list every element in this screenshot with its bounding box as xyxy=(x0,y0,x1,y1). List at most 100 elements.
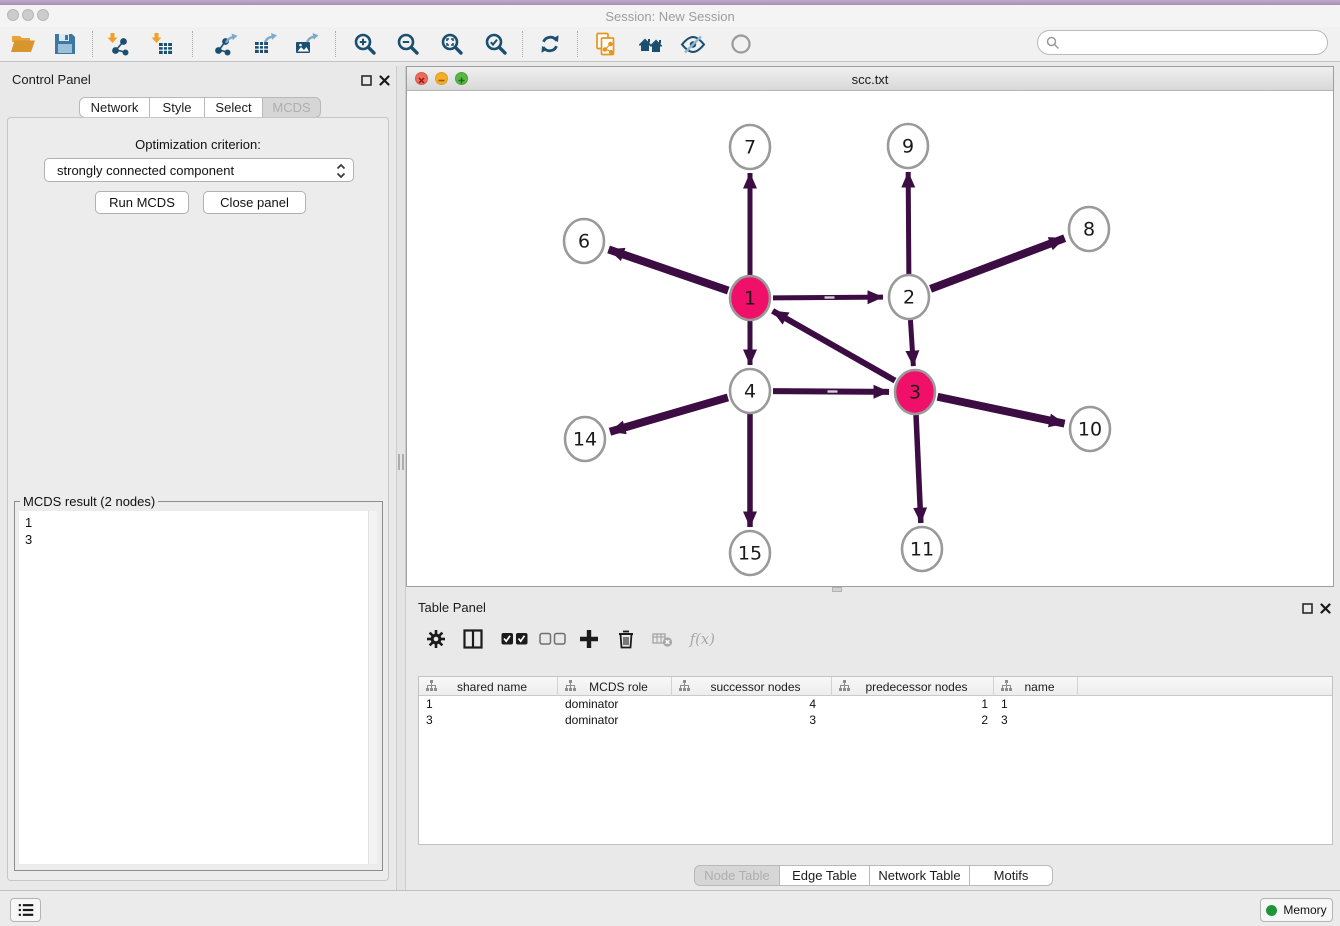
table-cell: 1 xyxy=(994,696,1078,712)
mcds-result-text: 1 3 xyxy=(25,514,32,548)
import-table-icon xyxy=(150,32,174,56)
delete-table-icon xyxy=(651,627,675,651)
close-panel-button[interactable] xyxy=(377,73,391,87)
column-header-predecessor-nodes[interactable]: predecessor nodes xyxy=(832,677,994,696)
function-builder-button[interactable]: f(x) xyxy=(688,626,714,652)
table-cell: 3 xyxy=(994,712,1078,728)
mcds-result-title: MCDS result (2 nodes) xyxy=(20,494,158,509)
show-columns-button[interactable] xyxy=(460,626,486,652)
graph-node-label-15: 15 xyxy=(738,543,762,565)
edge-3-11[interactable] xyxy=(916,415,921,523)
network-window-title: scc.txt xyxy=(407,72,1333,87)
close-panel-action-button[interactable]: Close panel xyxy=(203,191,306,214)
table-row[interactable]: 1dominator411 xyxy=(419,696,1332,712)
column-header-shared-name[interactable]: shared name xyxy=(419,677,558,696)
control-panel-title: Control Panel xyxy=(12,72,91,87)
network-canvas[interactable]: 7968124314101511 xyxy=(407,92,1333,586)
tab-style[interactable]: Style xyxy=(150,97,205,118)
table-panel-tabs: Node TableEdge TableNetwork TableMotifs xyxy=(694,865,1053,886)
table-cell: dominator xyxy=(558,712,672,728)
tab-mcds[interactable]: MCDS xyxy=(263,97,321,118)
zoom-selected-icon xyxy=(484,32,508,56)
zoom-out-button[interactable] xyxy=(394,30,422,58)
edge-4-14[interactable] xyxy=(610,397,728,431)
task-history-button[interactable] xyxy=(10,898,41,922)
import-table-button[interactable] xyxy=(148,30,176,58)
run-mcds-button[interactable]: Run MCDS xyxy=(95,191,189,214)
toolbar-separator xyxy=(335,31,336,57)
edge-2-9[interactable] xyxy=(908,172,909,274)
optimization-criterion-select[interactable]: strongly connected component xyxy=(44,158,354,182)
clone-network-icon xyxy=(594,32,618,56)
table-cell: dominator xyxy=(558,696,672,712)
table-options-button[interactable] xyxy=(423,626,449,652)
tab-edge-table[interactable]: Edge Table xyxy=(780,865,870,886)
edge-2-8[interactable] xyxy=(931,238,1065,289)
svg-text:f(x): f(x) xyxy=(689,631,714,648)
memory-button-label: Memory xyxy=(1283,903,1326,917)
toolbar-separator xyxy=(92,31,93,57)
table-cell: 3 xyxy=(672,712,832,728)
main-toolbar xyxy=(0,27,1340,62)
close-table-panel-button[interactable] xyxy=(1318,601,1332,615)
memory-button[interactable]: Memory xyxy=(1260,898,1333,922)
delete-table-button[interactable] xyxy=(650,626,676,652)
graph-node-label-3: 3 xyxy=(909,382,921,404)
eye-icon xyxy=(728,32,754,56)
clone-network-button[interactable] xyxy=(592,30,620,58)
control-panel: Control Panel NetworkStyleSelectMCDS Opt… xyxy=(0,66,396,890)
checked-boxes-icon xyxy=(501,631,529,647)
gear-icon xyxy=(424,627,448,651)
vertical-splitter-handle[interactable] xyxy=(398,454,404,470)
zoom-selected-button[interactable] xyxy=(482,30,510,58)
graph-node-label-9: 9 xyxy=(902,136,914,158)
show-all-networks-button[interactable] xyxy=(637,30,665,58)
column-header-MCDS-role[interactable]: MCDS role xyxy=(558,677,672,696)
vertical-splitter[interactable] xyxy=(396,66,406,890)
unselect-all-columns-button[interactable] xyxy=(537,626,569,652)
memory-status-icon xyxy=(1266,905,1277,916)
node-table: shared nameMCDS rolesuccessor nodesprede… xyxy=(418,676,1333,845)
result-scrollbar[interactable] xyxy=(368,511,377,864)
export-table-button[interactable] xyxy=(252,30,280,58)
table-cell: 4 xyxy=(672,696,832,712)
export-network-button[interactable] xyxy=(212,30,240,58)
float-panel-button[interactable] xyxy=(359,73,373,87)
save-session-button[interactable] xyxy=(51,30,79,58)
edge-1-6[interactable] xyxy=(609,249,729,290)
column-sort-icon xyxy=(565,680,576,694)
show-eye-button[interactable] xyxy=(727,30,755,58)
edge-label-mark xyxy=(828,390,838,392)
network-window-titlebar[interactable]: scc.txt xyxy=(407,67,1333,91)
refresh-layout-button[interactable] xyxy=(536,30,564,58)
mcds-result-area[interactable]: 1 3 xyxy=(19,511,368,864)
zoom-in-button[interactable] xyxy=(351,30,379,58)
refresh-icon xyxy=(538,32,562,56)
delete-columns-button[interactable] xyxy=(613,626,639,652)
select-all-columns-button[interactable] xyxy=(499,626,531,652)
graph-node-label-14: 14 xyxy=(573,429,597,451)
search-input[interactable] xyxy=(1064,33,1319,52)
add-column-button[interactable] xyxy=(576,626,602,652)
table-row[interactable]: 3dominator323 xyxy=(419,712,1332,728)
tab-network-table[interactable]: Network Table xyxy=(870,865,970,886)
zoom-in-icon xyxy=(353,32,377,56)
task-list-icon xyxy=(16,900,36,920)
float-table-panel-button[interactable] xyxy=(1300,601,1314,615)
optimization-criterion-value: strongly connected component xyxy=(57,163,234,178)
column-header-name[interactable]: name xyxy=(994,677,1078,696)
edge-3-10[interactable] xyxy=(938,397,1065,424)
zoom-fit-button[interactable] xyxy=(438,30,466,58)
edge-2-3[interactable] xyxy=(910,320,913,366)
tab-select[interactable]: Select xyxy=(205,97,263,118)
open-session-button[interactable] xyxy=(9,30,37,58)
tab-network[interactable]: Network xyxy=(79,97,150,118)
hide-selected-button[interactable] xyxy=(679,30,707,58)
column-header-successor-nodes[interactable]: successor nodes xyxy=(672,677,832,696)
export-image-button[interactable] xyxy=(293,30,321,58)
tab-node-table[interactable]: Node Table xyxy=(694,865,780,886)
edge-3-1[interactable] xyxy=(773,311,895,381)
import-network-button[interactable] xyxy=(104,30,132,58)
tab-motifs[interactable]: Motifs xyxy=(970,865,1053,886)
session-title: Session: New Session xyxy=(0,9,1340,24)
